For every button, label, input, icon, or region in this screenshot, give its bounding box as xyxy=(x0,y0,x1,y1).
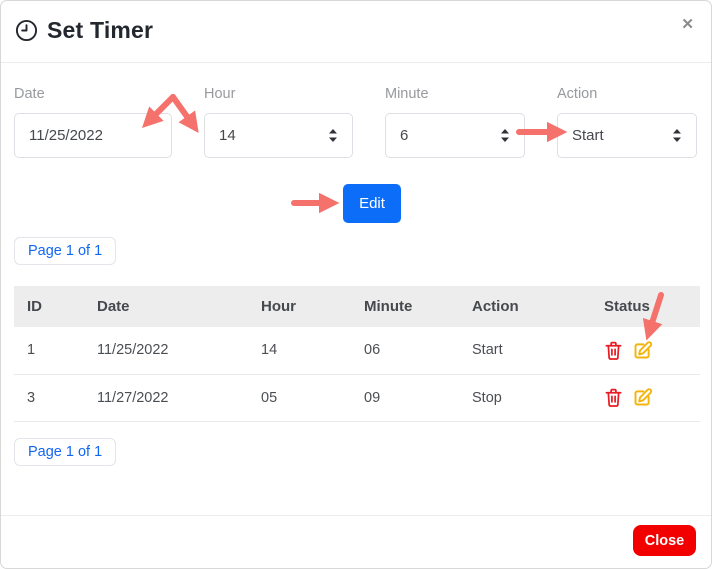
edit-row-button[interactable] xyxy=(632,340,653,361)
table-row: 3 11/27/2022 05 09 Stop xyxy=(14,374,700,421)
col-header-minute: Minute xyxy=(351,286,459,327)
col-header-action: Action xyxy=(459,286,591,327)
hour-select-value: 14 xyxy=(219,127,236,144)
cell-minute: 06 xyxy=(351,327,459,374)
col-header-hour: Hour xyxy=(248,286,351,327)
date-field-group: Date xyxy=(14,86,172,158)
cell-date: 11/25/2022 xyxy=(84,327,248,374)
date-input[interactable] xyxy=(14,113,172,158)
trash-icon xyxy=(604,340,623,361)
col-header-date: Date xyxy=(84,286,248,327)
cell-id: 1 xyxy=(14,327,84,374)
minute-select-value: 6 xyxy=(400,127,408,144)
action-select[interactable]: Start xyxy=(557,113,697,158)
minute-select[interactable]: 6 xyxy=(385,113,525,158)
dialog-title-wrap: Set Timer xyxy=(15,17,153,44)
edit-button[interactable]: Edit xyxy=(343,184,401,223)
cell-status xyxy=(591,374,700,421)
cell-action: Start xyxy=(459,327,591,374)
set-timer-dialog: Set Timer ✕ Date Hour 14 Minute 6 xyxy=(0,0,712,569)
pagination-bottom[interactable]: Page 1 of 1 xyxy=(14,438,116,466)
delete-row-button[interactable] xyxy=(604,387,623,408)
edit-row-button[interactable] xyxy=(632,387,653,408)
hour-field-group: Hour 14 xyxy=(204,86,353,158)
cell-date: 11/27/2022 xyxy=(84,374,248,421)
dialog-header: Set Timer ✕ xyxy=(1,1,711,63)
edit-pencil-square-icon xyxy=(632,340,653,361)
action-label: Action xyxy=(557,86,697,102)
table-header: ID Date Hour Minute Action Status xyxy=(14,286,700,327)
close-x-icon[interactable]: ✕ xyxy=(681,17,694,32)
cell-id: 3 xyxy=(14,374,84,421)
col-header-status: Status xyxy=(591,286,700,327)
hour-label: Hour xyxy=(204,86,353,102)
minute-label: Minute xyxy=(385,86,525,102)
minute-field-group: Minute 6 xyxy=(385,86,525,158)
date-label: Date xyxy=(14,86,172,102)
pagination-top[interactable]: Page 1 of 1 xyxy=(14,237,116,265)
col-header-id: ID xyxy=(14,286,84,327)
up-down-stepper-icon xyxy=(672,129,682,142)
action-select-value: Start xyxy=(572,127,604,144)
trash-icon xyxy=(604,387,623,408)
dialog-footer: Close xyxy=(1,515,711,568)
dialog-title: Set Timer xyxy=(47,17,153,44)
edit-pencil-square-icon xyxy=(632,387,653,408)
hour-select[interactable]: 14 xyxy=(204,113,353,158)
action-field-group: Action Start xyxy=(557,86,697,158)
cell-hour: 05 xyxy=(248,374,351,421)
timer-form: Date Hour 14 Minute 6 Action xyxy=(14,86,697,158)
close-button[interactable]: Close xyxy=(633,525,696,556)
cell-minute: 09 xyxy=(351,374,459,421)
table-row: 1 11/25/2022 14 06 Start xyxy=(14,327,700,374)
delete-row-button[interactable] xyxy=(604,340,623,361)
cell-hour: 14 xyxy=(248,327,351,374)
cell-status xyxy=(591,327,700,374)
cell-action: Stop xyxy=(459,374,591,421)
clock-icon xyxy=(15,19,38,42)
timers-table: ID Date Hour Minute Action Status 1 11/2… xyxy=(14,286,700,422)
up-down-stepper-icon xyxy=(328,129,338,142)
up-down-stepper-icon xyxy=(500,129,510,142)
